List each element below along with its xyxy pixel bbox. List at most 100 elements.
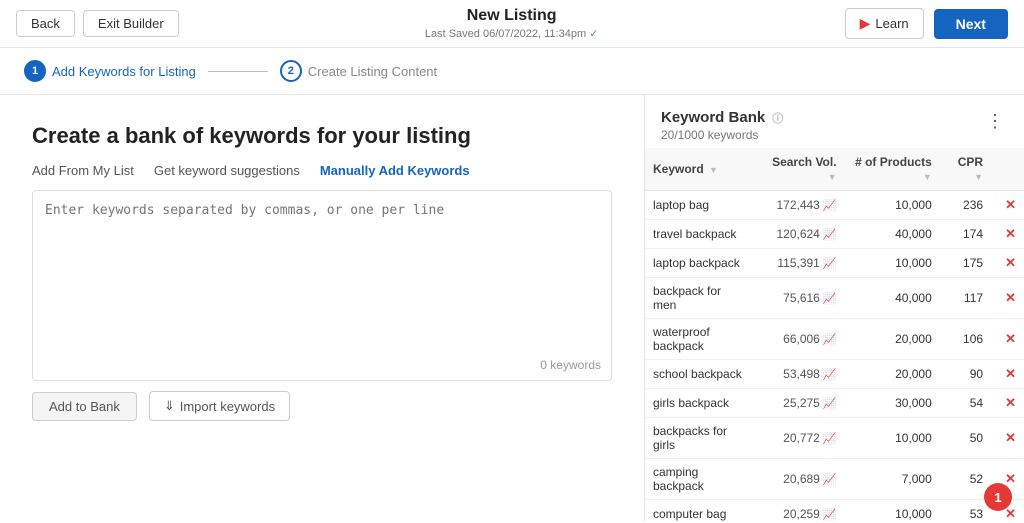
cell-cpr: 53 xyxy=(940,500,991,522)
remove-keyword-button[interactable]: ✕ xyxy=(999,255,1016,270)
cell-remove: ✕ xyxy=(991,278,1024,319)
cell-cpr: 54 xyxy=(940,389,991,418)
manually-add-link[interactable]: Manually Add Keywords xyxy=(320,163,470,178)
cell-products: 40,000 xyxy=(845,220,940,249)
remove-keyword-button[interactable]: ✕ xyxy=(999,197,1016,212)
cell-remove: ✕ xyxy=(991,249,1024,278)
remove-keyword-button[interactable]: ✕ xyxy=(999,366,1016,381)
table-row: waterproof backpack 66,006 📈 20,000 106 … xyxy=(645,319,1024,360)
cell-products: 10,000 xyxy=(845,500,940,522)
exit-builder-button[interactable]: Exit Builder xyxy=(83,10,179,37)
cell-products: 40,000 xyxy=(845,278,940,319)
keyword-bank-header: Keyword Bank ⓘ 20/1000 keywords ⋮ xyxy=(645,95,1024,148)
cell-remove: ✕ xyxy=(991,418,1024,459)
notification-badge[interactable]: 1 xyxy=(984,483,1012,511)
saved-check-icon: ✓ xyxy=(589,28,598,40)
cell-products: 10,000 xyxy=(845,249,940,278)
keyword-bank-title: Keyword Bank ⓘ xyxy=(661,109,783,126)
trend-icon: 📈 xyxy=(823,257,837,270)
table-row: girls backpack 25,275 📈 30,000 54 ✕ xyxy=(645,389,1024,418)
cell-vol: 75,616 📈 xyxy=(755,278,844,319)
step-1-label: Add Keywords for Listing xyxy=(52,64,196,79)
cell-remove: ✕ xyxy=(991,389,1024,418)
keyword-table-scroll[interactable]: Keyword ▼ Search Vol. ▼ # of Products ▼ xyxy=(645,148,1024,521)
camera-icon: ▶ xyxy=(860,15,871,32)
import-keywords-button[interactable]: ⇓ Import keywords xyxy=(149,391,290,421)
left-panel: Create a bank of keywords for your listi… xyxy=(0,95,644,521)
cell-cpr: 175 xyxy=(940,249,991,278)
cell-cpr: 90 xyxy=(940,360,991,389)
right-panel: Keyword Bank ⓘ 20/1000 keywords ⋮ Keywor… xyxy=(644,95,1024,521)
cell-vol: 115,391 📈 xyxy=(755,249,844,278)
cell-vol: 120,624 📈 xyxy=(755,220,844,249)
cell-cpr: 174 xyxy=(940,220,991,249)
col-products[interactable]: # of Products ▼ xyxy=(845,148,940,191)
action-row: Add to Bank ⇓ Import keywords xyxy=(32,391,612,421)
remove-keyword-button[interactable]: ✕ xyxy=(999,331,1016,346)
cell-keyword: backpacks for girls xyxy=(645,418,755,459)
cell-keyword: travel backpack xyxy=(645,220,755,249)
add-from-list-link[interactable]: Add From My List xyxy=(32,163,134,178)
header-left: Back Exit Builder xyxy=(16,10,179,37)
trend-icon: 📈 xyxy=(823,228,837,241)
sort-arrow-cpr: ▼ xyxy=(974,172,983,182)
keyword-bank-count: 20/1000 keywords xyxy=(661,128,783,142)
steps-bar: 1 Add Keywords for Listing 2 Create List… xyxy=(0,48,1024,95)
cell-products: 7,000 xyxy=(845,459,940,500)
cell-vol: 66,006 📈 xyxy=(755,319,844,360)
cell-cpr: 106 xyxy=(940,319,991,360)
panel-title: Create a bank of keywords for your listi… xyxy=(32,123,612,149)
back-button[interactable]: Back xyxy=(16,10,75,37)
header-center: New Listing Last Saved 06/07/2022, 11:34… xyxy=(425,7,599,40)
sort-arrow-keyword: ▼ xyxy=(709,165,718,175)
cell-products: 20,000 xyxy=(845,319,940,360)
keyword-action-tabs: Add From My List Get keyword suggestions… xyxy=(32,163,612,178)
trend-icon: 📈 xyxy=(823,368,837,381)
cell-keyword: waterproof backpack xyxy=(645,319,755,360)
last-saved: Last Saved 06/07/2022, 11:34pm ✓ xyxy=(425,27,599,40)
info-icon[interactable]: ⓘ xyxy=(772,110,783,126)
cell-keyword: girls backpack xyxy=(645,389,755,418)
table-row: laptop backpack 115,391 📈 10,000 175 ✕ xyxy=(645,249,1024,278)
cell-vol: 20,772 📈 xyxy=(755,418,844,459)
cell-keyword: computer bag xyxy=(645,500,755,522)
remove-keyword-button[interactable]: ✕ xyxy=(999,395,1016,410)
cell-products: 10,000 xyxy=(845,191,940,220)
remove-keyword-button[interactable]: ✕ xyxy=(999,226,1016,241)
trend-icon: 📈 xyxy=(823,292,837,305)
cell-remove: ✕ xyxy=(991,360,1024,389)
add-to-bank-button[interactable]: Add to Bank xyxy=(32,392,137,421)
import-icon: ⇓ xyxy=(164,398,175,414)
cell-vol: 172,443 📈 xyxy=(755,191,844,220)
get-suggestions-link[interactable]: Get keyword suggestions xyxy=(154,163,300,178)
step-1[interactable]: 1 Add Keywords for Listing xyxy=(24,60,196,82)
learn-button[interactable]: ▶ Learn xyxy=(845,8,924,39)
cell-vol: 53,498 📈 xyxy=(755,360,844,389)
cell-products: 30,000 xyxy=(845,389,940,418)
header-right: ▶ Learn Next xyxy=(845,8,1008,39)
sort-arrow-vol: ▼ xyxy=(828,172,837,182)
next-button[interactable]: Next xyxy=(934,9,1008,39)
cell-remove: ✕ xyxy=(991,319,1024,360)
step-divider xyxy=(208,71,268,72)
step-2[interactable]: 2 Create Listing Content xyxy=(280,60,437,82)
kb-title-wrap: Keyword Bank ⓘ 20/1000 keywords xyxy=(661,109,783,142)
col-remove xyxy=(991,148,1024,191)
cell-cpr: 50 xyxy=(940,418,991,459)
remove-keyword-button[interactable]: ✕ xyxy=(999,430,1016,445)
cell-cpr: 236 xyxy=(940,191,991,220)
keyword-textarea[interactable] xyxy=(33,191,611,351)
trend-icon: 📈 xyxy=(823,199,837,212)
col-keyword[interactable]: Keyword ▼ xyxy=(645,148,755,191)
remove-keyword-button[interactable]: ✕ xyxy=(999,290,1016,305)
col-search-vol[interactable]: Search Vol. ▼ xyxy=(755,148,844,191)
trend-icon: 📈 xyxy=(823,508,837,521)
table-row: backpacks for girls 20,772 📈 10,000 50 ✕ xyxy=(645,418,1024,459)
kebab-menu-icon[interactable]: ⋮ xyxy=(980,109,1010,134)
cell-keyword: laptop backpack xyxy=(645,249,755,278)
col-cpr[interactable]: CPR ▼ xyxy=(940,148,991,191)
keyword-table-body: laptop bag 172,443 📈 10,000 236 ✕ travel… xyxy=(645,191,1024,522)
cell-products: 20,000 xyxy=(845,360,940,389)
table-row: travel backpack 120,624 📈 40,000 174 ✕ xyxy=(645,220,1024,249)
keyword-input-area: 0 keywords xyxy=(32,190,612,381)
